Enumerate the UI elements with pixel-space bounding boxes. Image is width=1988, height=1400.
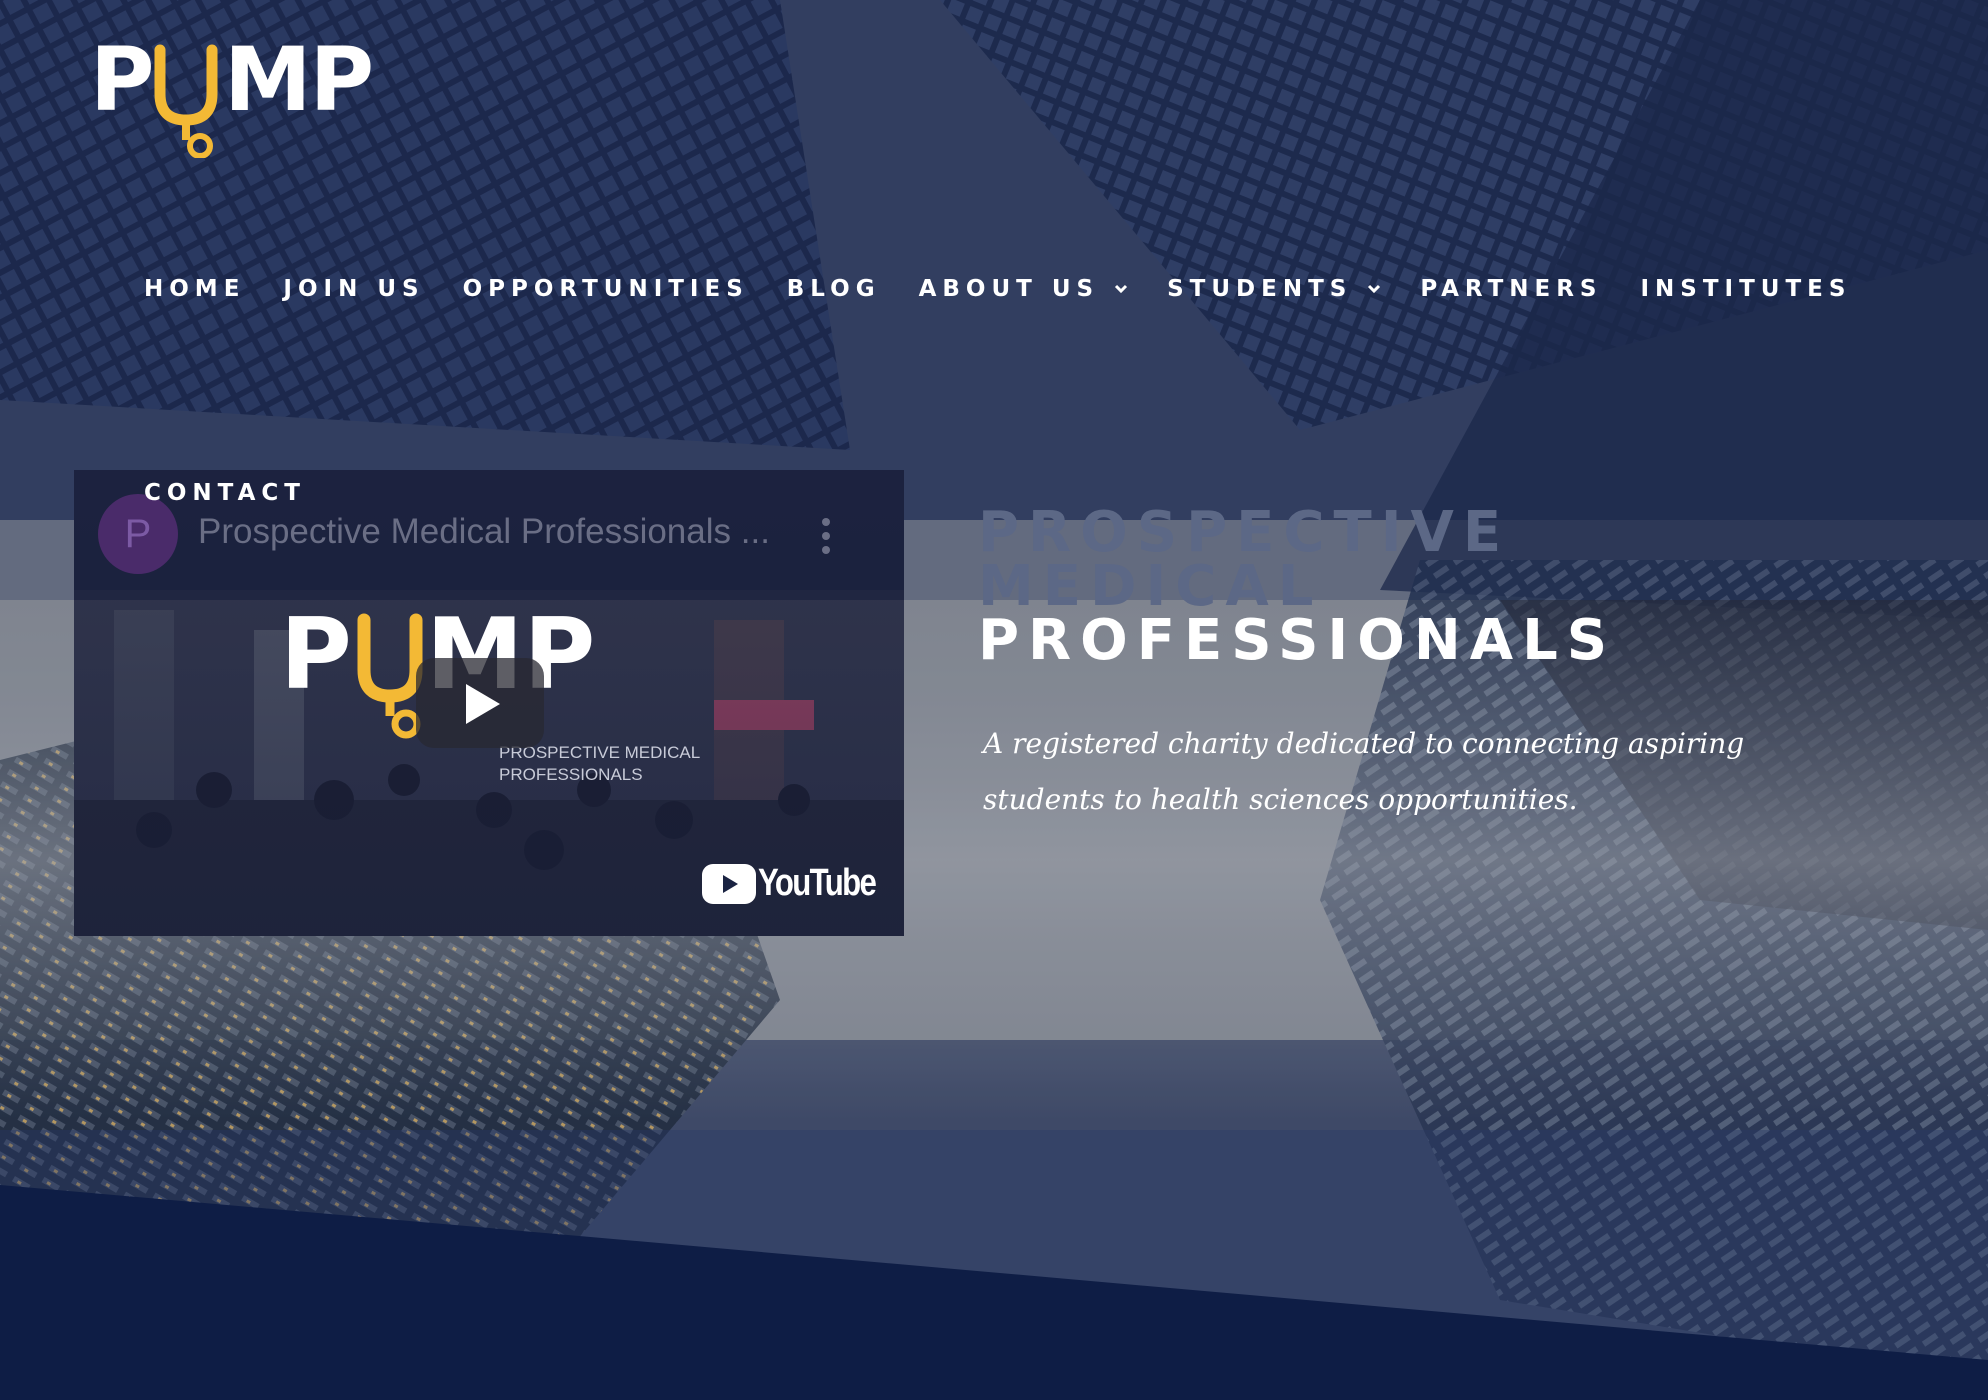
- svg-text:P: P: [90, 28, 153, 131]
- nav-item-label: OPPORTUNITIES: [462, 276, 749, 302]
- nav-item-blog[interactable]: BLOG: [787, 276, 881, 302]
- more-vert-icon[interactable]: [820, 516, 832, 556]
- chevron-down-icon: [1368, 284, 1381, 294]
- nav-item-label: INSTITUTES: [1640, 276, 1852, 302]
- video-thumbnail-subtitle: PROSPECTIVE MEDICAL PROFESSIONALS: [499, 742, 700, 786]
- hero-tagline: A registered charity dedicated to connec…: [983, 727, 1745, 816]
- play-icon: [466, 684, 500, 724]
- nav-item-label: JOIN US: [283, 276, 425, 302]
- pump-logo[interactable]: P MP: [90, 28, 380, 158]
- main-nav: HOME JOIN US OPPORTUNITIES BLOG ABOUT US…: [144, 276, 1864, 302]
- svg-text:MP: MP: [224, 28, 372, 131]
- nav-item-label: ABOUT US: [918, 276, 1100, 302]
- nav-item-students[interactable]: STUDENTS: [1167, 276, 1382, 302]
- chevron-down-icon: [1115, 284, 1128, 294]
- youtube-icon: [702, 864, 756, 904]
- youtube-logo[interactable]: YouTube: [702, 860, 882, 910]
- nav-item-about-us[interactable]: ABOUT US: [919, 276, 1130, 302]
- nav-item-partners[interactable]: PARTNERS: [1420, 276, 1602, 302]
- youtube-label: YouTube: [758, 862, 877, 904]
- nav-item-label: STUDENTS: [1167, 276, 1353, 302]
- video-embed[interactable]: P MP PROSPECTIVE MEDICAL PROFESSIONALS P…: [74, 470, 904, 936]
- nav-item-home[interactable]: HOME: [144, 276, 245, 302]
- nav-item-join-us[interactable]: JOIN US: [283, 276, 424, 302]
- headline-line: PROSPECTIVE: [978, 500, 1511, 565]
- hero-headline: PROSPECTIVE MEDICAL PROFESSIONALS: [978, 500, 1878, 673]
- thumbnail-subtitle-line: PROFESSIONALS: [499, 765, 643, 784]
- play-button[interactable]: [416, 658, 544, 748]
- nav-item-institutes[interactable]: INSTITUTES: [1641, 276, 1852, 302]
- nav-item-label: BLOG: [786, 276, 881, 302]
- svg-text:P: P: [280, 598, 352, 712]
- nav-item-contact[interactable]: CONTACT: [144, 480, 306, 506]
- headline-line: PROFESSIONALS: [978, 608, 1617, 673]
- nav-item-label: HOME: [144, 276, 246, 302]
- headline-line: MEDICAL: [978, 554, 1323, 619]
- video-title[interactable]: Prospective Medical Professionals ...: [198, 512, 770, 552]
- channel-avatar[interactable]: P: [98, 494, 178, 574]
- nav-item-label: PARTNERS: [1420, 276, 1603, 302]
- nav-item-opportunities[interactable]: OPPORTUNITIES: [463, 276, 749, 302]
